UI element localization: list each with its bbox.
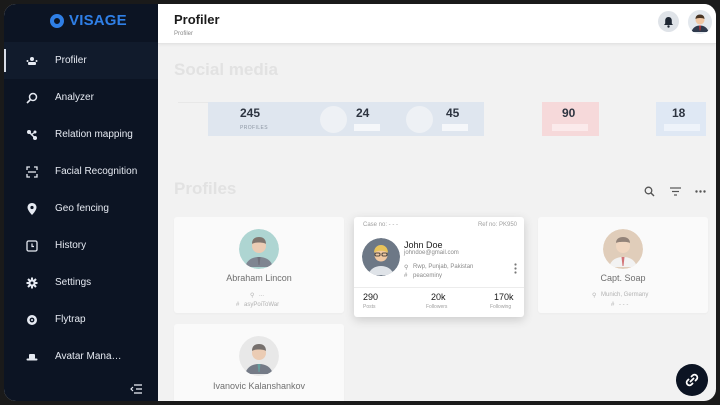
history-icon xyxy=(26,239,38,252)
following-label: Following xyxy=(490,304,512,310)
profile-location: Munich, Germany xyxy=(601,292,649,298)
sidebar-item-label: Facial Recognition xyxy=(55,166,138,177)
profile-avatar xyxy=(603,229,643,269)
sidebar-item-label: Analyzer xyxy=(55,92,94,103)
social-stats-strip: 245 PROFILES 24 45 xyxy=(208,102,484,136)
followers-label: Followers xyxy=(426,304,448,310)
platform-logo-1 xyxy=(320,106,347,133)
sidebar-nav: Profiler Analyzer Relation mapping Facia… xyxy=(4,42,158,375)
stat-label-placeholder xyxy=(354,124,380,131)
location-pin-icon: ⚲ xyxy=(404,265,409,271)
sidebar-item-analyzer[interactable]: Analyzer xyxy=(4,79,158,116)
sidebar-item-label: Geo fencing xyxy=(55,203,109,214)
divider xyxy=(354,287,524,288)
app-window: VISAGE Profiler Analyzer Relation mappin… xyxy=(4,4,716,401)
more-options-icon[interactable] xyxy=(693,185,707,197)
profile-avatar xyxy=(239,229,279,269)
profile-card-selected[interactable]: Case no: - - - Ref no: PK950 John Doe jo… xyxy=(354,217,524,317)
relation-icon xyxy=(26,129,38,141)
hashtag-icon: # xyxy=(236,302,240,308)
sidebar-item-flytrap[interactable]: Flytrap xyxy=(4,301,158,338)
hashtag-icon: # xyxy=(404,273,408,279)
followers-count: 20k xyxy=(431,292,446,302)
link-icon xyxy=(685,373,699,387)
following-count: 170k xyxy=(494,292,514,302)
visage-logo-icon xyxy=(50,13,64,28)
sidebar-item-profiler[interactable]: Profiler xyxy=(4,42,158,79)
page-title: Profiler xyxy=(174,12,220,27)
top-bar: Profiler Profiler xyxy=(158,4,716,44)
social-stat-card-blue[interactable]: 18 xyxy=(656,102,706,136)
brand-logo[interactable]: VISAGE xyxy=(50,12,127,29)
filter-icon[interactable] xyxy=(668,185,682,197)
sidebar-item-geo-fencing[interactable]: Geo fencing xyxy=(4,190,158,227)
stat-value-platform-3: 90 xyxy=(562,106,576,120)
profile-name: John Doe xyxy=(404,240,443,250)
gear-icon xyxy=(26,277,38,289)
user-avatar[interactable] xyxy=(688,10,712,34)
posts-label: Posts xyxy=(363,304,376,310)
sidebar-item-label: Flytrap xyxy=(55,314,86,325)
profile-avatar xyxy=(362,238,400,276)
sidebar-item-avatar-management[interactable]: Avatar Mana… xyxy=(4,338,158,375)
sidebar-item-settings[interactable]: Settings xyxy=(4,264,158,301)
profile-tag: - - - xyxy=(619,302,629,308)
stat-value-profiles: 245 xyxy=(240,106,261,120)
location-pin-icon: ⚲ xyxy=(592,293,597,299)
stat-label-profiles: PROFILES xyxy=(240,125,268,131)
brand-name: VISAGE xyxy=(69,12,127,29)
sidebar-item-facial-recognition[interactable]: Facial Recognition xyxy=(4,153,158,190)
social-stat-card-red[interactable]: 90 xyxy=(542,102,599,136)
hashtag-icon: # xyxy=(611,302,615,308)
main-content: Social media 245 PROFILES 24 45 90 18 Pr… xyxy=(158,44,716,401)
divider xyxy=(178,102,208,103)
location-pin-icon xyxy=(26,202,38,215)
sidebar-item-label: Avatar Mana… xyxy=(55,351,122,362)
stat-value-platform-1: 24 xyxy=(356,106,370,120)
sidebar-item-relation-mapping[interactable]: Relation mapping xyxy=(4,116,158,153)
link-fab-button[interactable] xyxy=(676,364,708,396)
stat-label-placeholder xyxy=(552,124,588,131)
stat-label-placeholder xyxy=(664,124,700,131)
profiler-icon xyxy=(26,55,38,67)
profile-card[interactable]: Abraham Lincon ⚲ ... # asyPoiToWar xyxy=(174,217,344,313)
case-number: Case no: - - - xyxy=(363,222,399,228)
card-menu-icon[interactable] xyxy=(514,261,517,279)
stat-label-placeholder xyxy=(442,124,468,131)
profile-tag: peaceminy xyxy=(413,273,443,279)
profiles-title: Profiles xyxy=(174,179,237,198)
collapse-sidebar-icon[interactable] xyxy=(130,381,142,394)
profile-avatar xyxy=(239,336,279,376)
profile-card[interactable]: Capt. Soap ⚲ Munich, Germany # - - - xyxy=(538,217,708,313)
profile-email: johndoe@gmail.com xyxy=(404,250,459,256)
profile-location: ... xyxy=(259,292,265,298)
posts-count: 290 xyxy=(363,292,379,302)
sidebar: VISAGE Profiler Analyzer Relation mappin… xyxy=(4,4,158,401)
sidebar-item-label: Profiler xyxy=(55,55,87,66)
notification-bell-icon[interactable] xyxy=(658,11,679,32)
profile-card[interactable]: Ivanovic Kalanshankov xyxy=(174,324,344,401)
platform-logo-2 xyxy=(406,106,433,133)
face-scan-icon xyxy=(26,165,38,178)
profile-name: Capt. Soap xyxy=(600,273,646,283)
avatar-hat-icon xyxy=(26,351,38,363)
profile-tag: asyPoiToWar xyxy=(244,302,280,308)
sidebar-item-history[interactable]: History xyxy=(4,227,158,264)
sidebar-item-label: Relation mapping xyxy=(55,129,133,140)
sidebar-item-label: History xyxy=(55,240,87,251)
ref-number: Ref no: PK950 xyxy=(477,222,517,228)
search-icon[interactable] xyxy=(642,185,656,197)
profile-name: Ivanovic Kalanshankov xyxy=(212,381,306,391)
location-pin-icon: ⚲ xyxy=(250,293,255,299)
profile-name: Abraham Lincon xyxy=(226,273,292,283)
social-media-title: Social media xyxy=(174,60,278,79)
flytrap-icon xyxy=(26,314,38,326)
stat-value-platform-2: 45 xyxy=(446,106,460,120)
profile-location: Rwp, Punjab, Pakistan xyxy=(413,264,474,270)
breadcrumb[interactable]: Profiler xyxy=(174,31,193,37)
search-icon xyxy=(26,92,38,104)
stat-value-platform-4: 18 xyxy=(672,106,686,120)
sidebar-item-label: Settings xyxy=(55,277,92,288)
